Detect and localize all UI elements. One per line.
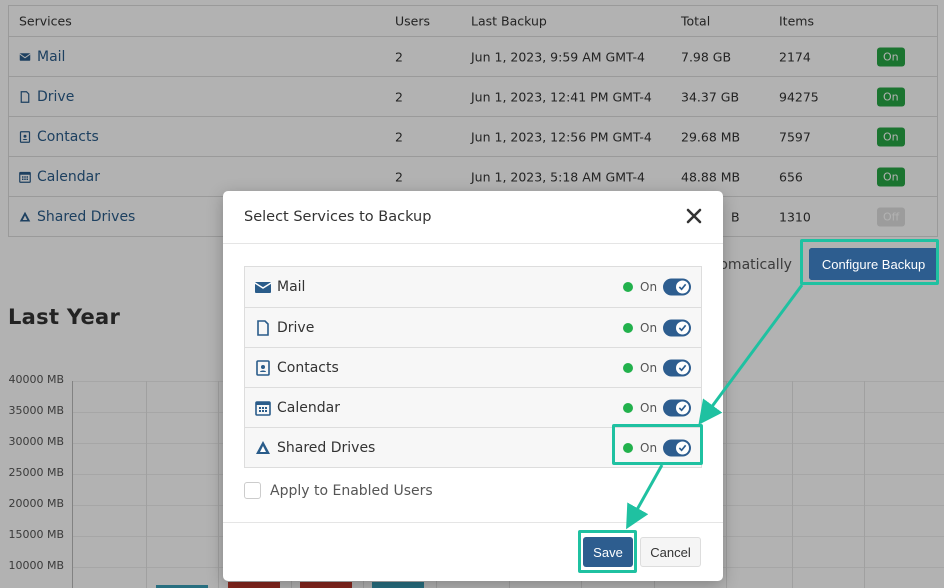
state-text: On — [640, 280, 658, 294]
modal-footer: Save Cancel — [223, 522, 723, 581]
state-text: On — [640, 320, 658, 335]
service-label: Contacts — [277, 359, 339, 376]
file-icon — [257, 319, 269, 336]
modal-header: Select Services to Backup — [223, 191, 723, 244]
service-toggle-contacts[interactable] — [663, 359, 691, 376]
service-item-contacts: Contacts On — [245, 347, 701, 387]
check-icon — [678, 283, 687, 291]
check-icon — [678, 364, 687, 371]
drive-triangle-icon — [256, 440, 270, 454]
service-label: Drive — [277, 319, 315, 336]
check-icon — [678, 324, 687, 331]
status-dot — [623, 402, 633, 413]
state-text: On — [640, 360, 658, 375]
service-toggle-drive[interactable] — [663, 319, 691, 336]
apply-enabled-users-option[interactable]: Apply to Enabled Users — [244, 482, 433, 499]
highlight-box — [578, 530, 637, 573]
highlight-box — [612, 424, 703, 465]
service-label: Calendar — [277, 399, 340, 416]
service-toggle-calendar[interactable] — [663, 399, 691, 416]
calendar-icon — [255, 400, 271, 416]
cancel-button[interactable]: Cancel — [640, 537, 701, 567]
envelope-icon — [255, 282, 271, 293]
apply-enabled-users-checkbox[interactable] — [244, 482, 261, 499]
select-services-modal: Select Services to Backup Mail On Drive … — [223, 191, 723, 581]
service-item-mail: Mail On — [245, 267, 701, 307]
check-icon — [678, 404, 687, 411]
highlight-box — [800, 239, 939, 285]
contact-card-icon — [256, 359, 270, 376]
close-icon — [686, 208, 702, 224]
service-item-calendar: Calendar On — [245, 387, 701, 427]
modal-title: Select Services to Backup — [244, 209, 432, 225]
service-label: Shared Drives — [277, 439, 376, 456]
status-dot — [623, 362, 633, 373]
close-button[interactable] — [683, 205, 705, 227]
state-text: On — [640, 400, 658, 415]
status-dot — [623, 322, 633, 333]
apply-enabled-users-label: Apply to Enabled Users — [270, 482, 433, 499]
service-label: Mail — [277, 279, 306, 295]
service-item-drive: Drive On — [245, 307, 701, 347]
page: Services Users Last Backup Total Items M… — [0, 0, 944, 588]
service-toggle-mail[interactable] — [663, 278, 691, 296]
status-dot — [623, 282, 633, 292]
